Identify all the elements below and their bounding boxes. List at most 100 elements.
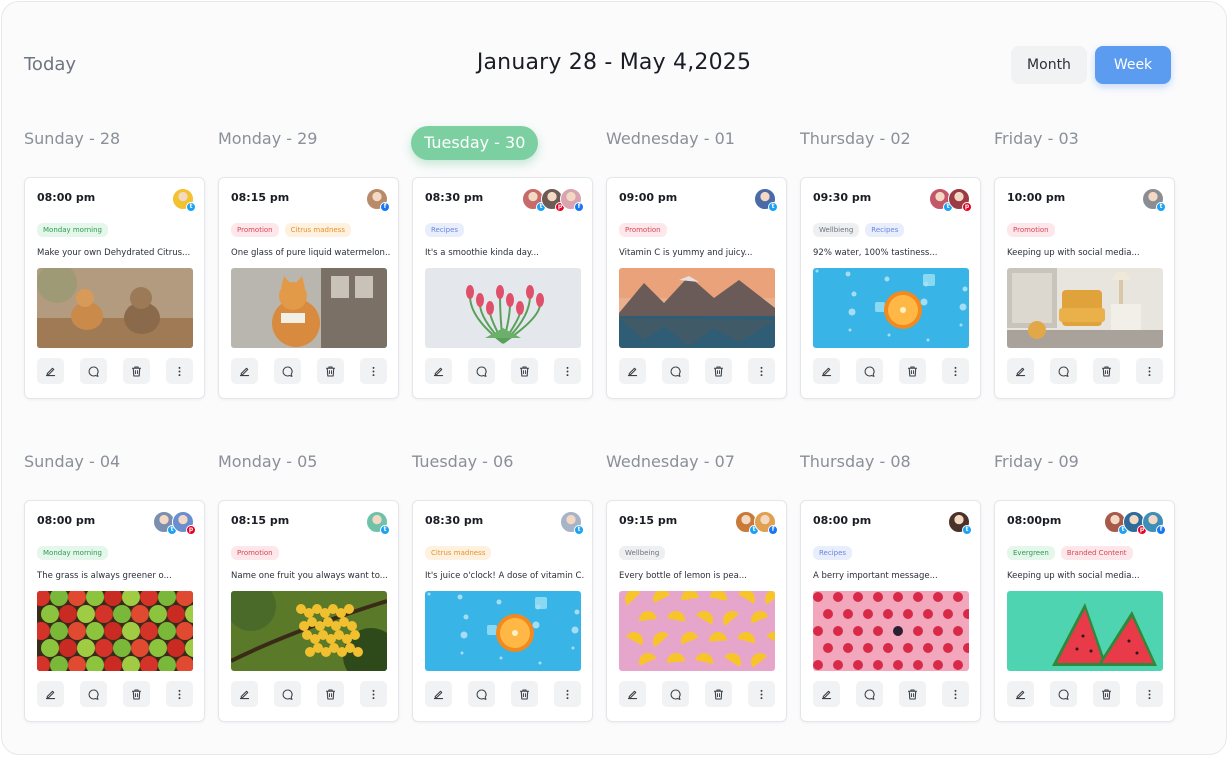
post-tag: Wellbeing [619,546,666,560]
edit-button[interactable] [425,358,452,384]
comment-icon [281,688,294,701]
post-tag: Monday morning [37,223,108,237]
post-card[interactable]: 08:00pm t p f Evergreen Branded Content Keepin… [994,500,1175,722]
account-avatars: tpf [522,188,584,212]
post-image[interactable] [813,268,969,348]
post-image[interactable] [619,268,775,348]
more-button[interactable] [748,681,775,707]
edit-button[interactable] [231,681,258,707]
post-image[interactable] [1007,268,1163,348]
post-actions [1007,681,1163,707]
comment-button[interactable] [856,681,883,707]
edit-button[interactable] [231,358,258,384]
account-avatars: tpf [1104,511,1166,535]
post-time: 08:00pm [1007,514,1062,527]
week-row: Sunday - 04 Monday - 05 Tuesday - 06 Wednes… [24,449,1184,722]
comment-button[interactable] [468,358,495,384]
delete-button[interactable] [705,681,732,707]
facebook-icon: f [574,202,584,212]
comment-button[interactable] [468,681,495,707]
edit-button[interactable] [813,681,840,707]
comment-button[interactable] [662,681,689,707]
post-card[interactable]: 08:15 pm f Promotion Citrus madness One glas… [218,177,399,399]
comment-button[interactable] [856,358,883,384]
more-button[interactable] [360,681,387,707]
comment-button[interactable] [80,681,107,707]
more-button[interactable] [942,358,969,384]
delete-button[interactable] [899,358,926,384]
post-card[interactable]: 08:30 pm t Citrus madness It's juice o'cloc… [412,500,593,722]
post-card[interactable]: 09:15 pm t f Wellbeing Every bottle of lemon… [606,500,787,722]
edit-button[interactable] [37,681,64,707]
delete-button[interactable] [511,358,538,384]
delete-button[interactable] [317,681,344,707]
comment-button[interactable] [274,358,301,384]
post-card[interactable]: 08:00 pm t p Monday morning The grass is alw… [24,500,205,722]
pencil-icon [626,365,639,378]
post-time: 08:15 pm [231,191,290,204]
more-button[interactable] [166,358,193,384]
comment-button[interactable] [1050,681,1077,707]
more-button[interactable] [748,358,775,384]
post-caption: 92% water, 100% tastiness... [813,248,938,258]
more-button[interactable] [1136,358,1163,384]
delete-button[interactable] [1093,681,1120,707]
comment-button[interactable] [662,358,689,384]
post-image[interactable] [425,591,581,671]
pencil-icon [44,688,57,701]
post-card[interactable]: 09:30 pm t p Wellbieng Recipes 92% water, 100… [800,177,981,399]
delete-button[interactable] [511,681,538,707]
more-button[interactable] [942,681,969,707]
delete-button[interactable] [317,358,344,384]
account-avatar: f [366,188,390,212]
post-card[interactable]: 10:00 pm t Promotion Keeping up with social… [994,177,1175,399]
comment-button[interactable] [274,681,301,707]
delete-button[interactable] [705,358,732,384]
edit-button[interactable] [1007,358,1034,384]
post-image[interactable] [813,591,969,671]
pinterest-icon: p [962,202,972,212]
post-caption: Vitamin C is yummy and juicy... [619,248,753,258]
edit-button[interactable] [1007,681,1034,707]
post-card[interactable]: 08:30 pm t p f Recipes It's a smoothie kinda … [412,177,593,399]
post-tag: Wellbieng [813,223,860,237]
edit-button[interactable] [619,358,646,384]
edit-button[interactable] [37,358,64,384]
post-card[interactable]: 08:00 pm t Monday morning Make your own Deh… [24,177,205,399]
twitter-icon: t [186,202,196,212]
more-button[interactable] [554,681,581,707]
more-button[interactable] [1136,681,1163,707]
more-vertical-icon [949,688,962,701]
delete-button[interactable] [899,681,926,707]
post-image[interactable] [619,591,775,671]
delete-button[interactable] [123,681,150,707]
post-image[interactable] [1007,591,1163,671]
post-card[interactable]: 09:00 pm t Promotion Vitamin C is yummy and… [606,177,787,399]
more-button[interactable] [554,358,581,384]
week-view-button[interactable]: Week [1095,46,1171,84]
more-button[interactable] [360,358,387,384]
account-avatar: t [1142,188,1166,212]
post-actions [619,358,775,384]
post-image[interactable] [425,268,581,348]
post-card[interactable]: 08:00 pm t Recipes A berry important messag… [800,500,981,722]
edit-button[interactable] [619,681,646,707]
post-image[interactable] [37,268,193,348]
edit-button[interactable] [813,358,840,384]
account-avatar: p [172,511,196,535]
delete-button[interactable] [123,358,150,384]
delete-button[interactable] [1093,358,1120,384]
month-view-button[interactable]: Month [1011,46,1087,84]
account-avatars: t [1142,188,1166,212]
post-image[interactable] [231,591,387,671]
more-button[interactable] [166,681,193,707]
comment-button[interactable] [80,358,107,384]
post-card[interactable]: 08:15 pm t Promotion Name one fruit you alw… [218,500,399,722]
trash-icon [518,365,531,378]
comment-button[interactable] [1050,358,1077,384]
post-tags: Promotion Citrus madness [231,223,351,237]
account-avatar: p [948,188,972,212]
post-image[interactable] [37,591,193,671]
edit-button[interactable] [425,681,452,707]
post-image[interactable] [231,268,387,348]
